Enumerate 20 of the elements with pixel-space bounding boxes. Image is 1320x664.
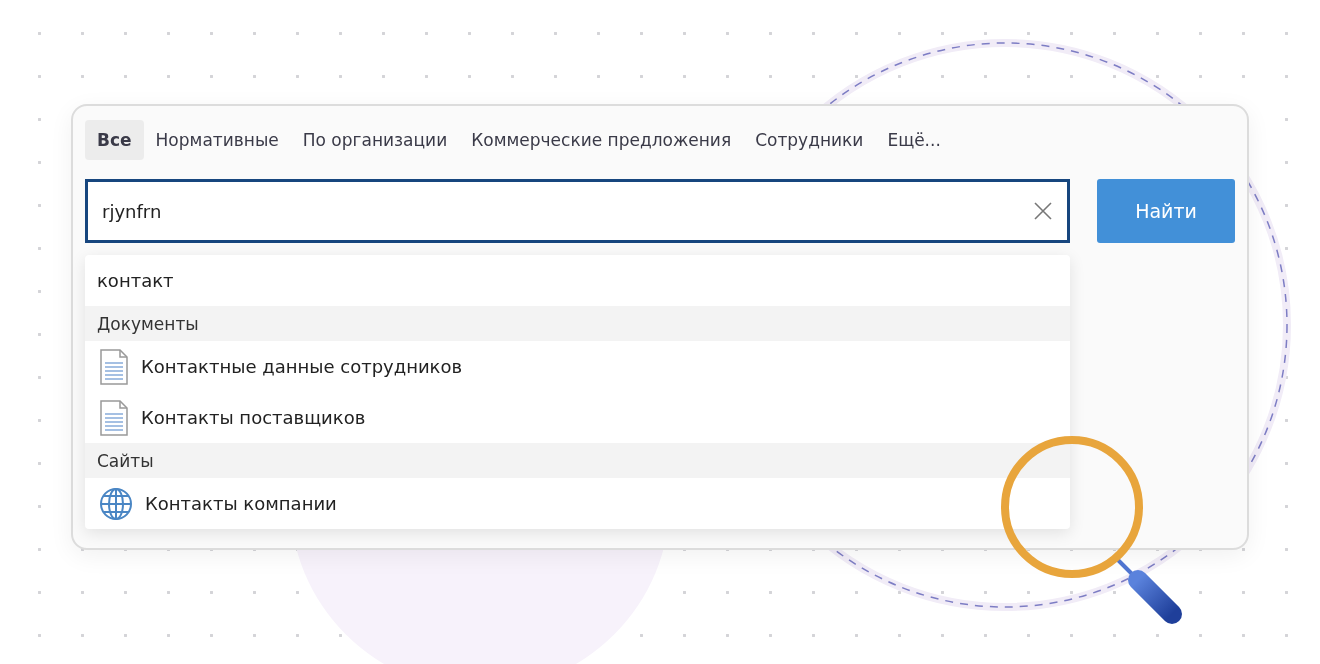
result-label: Контакты компании <box>145 493 337 514</box>
result-item[interactable]: Контакты компании <box>85 478 1070 529</box>
result-item[interactable]: Контактные данные сотрудников <box>85 341 1070 392</box>
filter-tab[interactable]: Все <box>85 120 144 160</box>
filter-tab[interactable]: Сотрудники <box>743 120 876 160</box>
suggestion-item[interactable]: контакт <box>85 255 1070 306</box>
document-icon <box>99 348 129 385</box>
group-header: Сайты <box>85 443 1070 478</box>
document-icon <box>99 399 129 436</box>
filter-tab[interactable]: Ещё... <box>875 120 953 160</box>
globe-icon <box>99 486 133 521</box>
search-field[interactable]: rjynfrn <box>85 179 1070 243</box>
clear-icon[interactable] <box>1032 200 1054 222</box>
filter-tab[interactable]: По организации <box>290 120 460 160</box>
result-label: Контактные данные сотрудников <box>141 356 463 377</box>
result-item[interactable]: Контакты поставщиков <box>85 392 1070 443</box>
filter-tab[interactable]: Нормативные <box>143 120 291 160</box>
group-header: Документы <box>85 306 1070 341</box>
result-label: Контакты поставщиков <box>141 407 366 428</box>
filter-tab[interactable]: Коммерческие предложения <box>459 120 744 160</box>
